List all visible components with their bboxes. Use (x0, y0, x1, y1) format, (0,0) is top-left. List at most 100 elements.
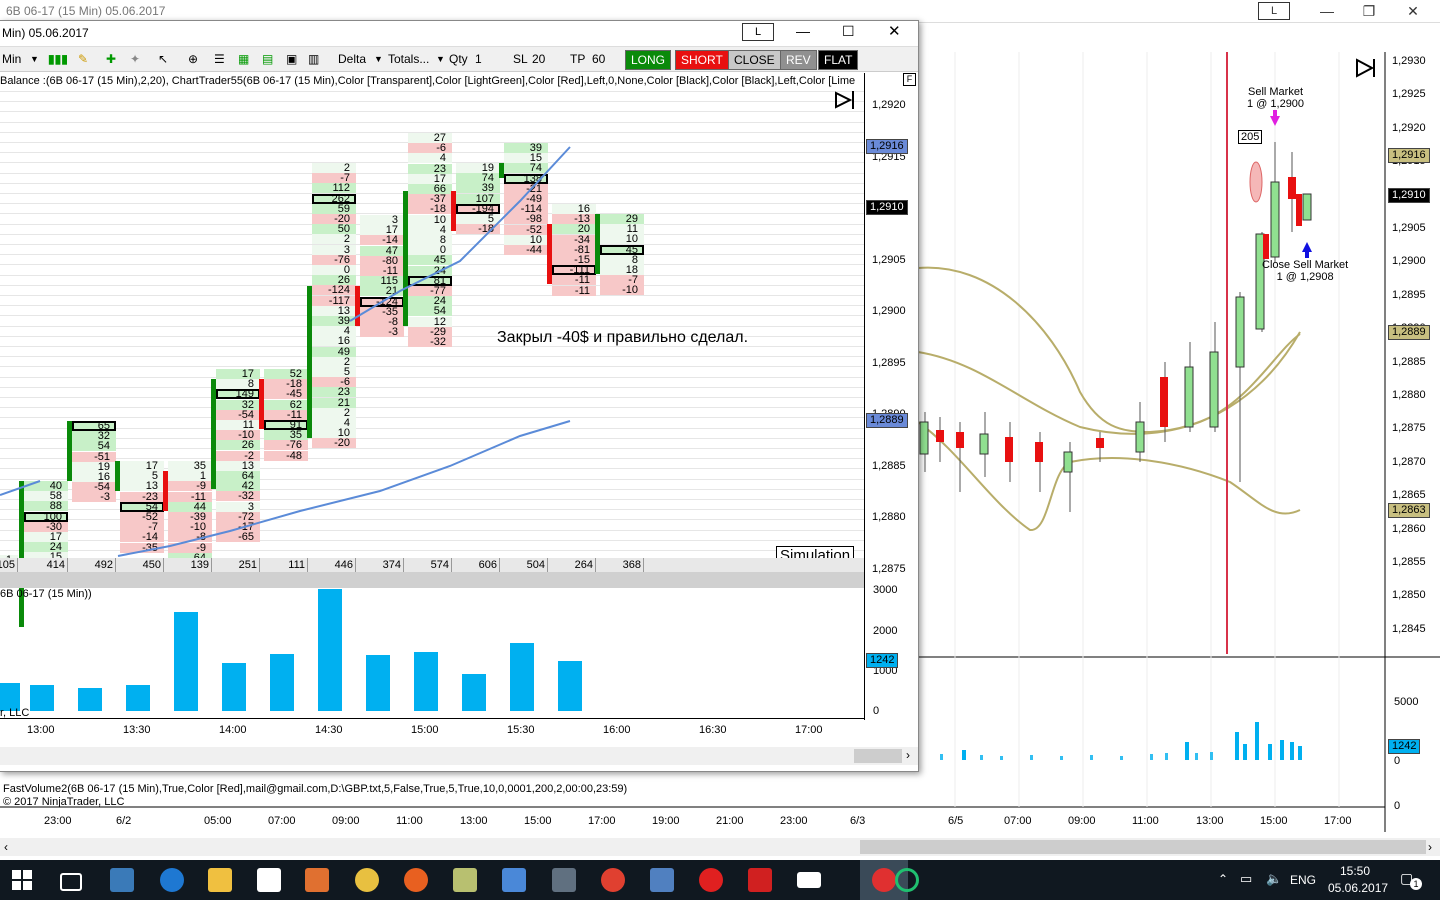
front-time-label: 17:00 (795, 724, 823, 736)
front-scroll-right-icon[interactable]: › (906, 748, 910, 762)
edge-icon[interactable] (160, 868, 184, 892)
close-position-button[interactable]: CLOSE (728, 50, 781, 70)
firefox-icon[interactable] (404, 868, 428, 892)
properties-icon[interactable]: ☰ (214, 52, 225, 66)
bg-time-label: 23:00 (44, 815, 72, 827)
media-player-icon[interactable] (305, 868, 329, 892)
scrollbar-thumb[interactable] (860, 840, 1426, 854)
bg-price-tag-4: 1,2863 (1388, 503, 1430, 518)
bg-price-label: 1,2900 (1392, 255, 1426, 268)
sl-input[interactable]: 20 (532, 52, 545, 66)
windows-start-icon[interactable] (12, 870, 32, 890)
flat-button[interactable]: FLAT (818, 50, 859, 70)
chart-style-icon[interactable]: ▮▮▮ (48, 52, 68, 66)
volume-total-cell: 374 (360, 558, 404, 572)
bg-horizontal-scrollbar[interactable]: ‹ › (0, 838, 1440, 856)
tp-input[interactable]: 60 (592, 52, 605, 66)
bg-window-title: 6B 06-17 (15 Min) 05.06.2017 (6, 4, 166, 18)
front-minimize-button[interactable]: — (796, 23, 810, 39)
language-indicator[interactable]: ENG (1290, 873, 1316, 887)
zoom-icon[interactable]: ⊕ (188, 52, 198, 66)
bg-price-label: 1,2880 (1392, 389, 1426, 401)
front-close-button[interactable]: ✕ (888, 22, 901, 40)
drawing-tool-icon[interactable]: ✎ (78, 52, 88, 66)
bg-time-label: 05:00 (204, 815, 232, 827)
task-view-icon[interactable] (60, 873, 82, 891)
tray-chevron-icon[interactable]: ⌃ (1218, 872, 1228, 886)
bg-price-label: 1,2905 (1392, 222, 1426, 234)
delta-select[interactable]: Delta (338, 52, 366, 66)
store-icon[interactable] (257, 868, 281, 892)
envelope-icon[interactable] (797, 872, 821, 888)
volume-bar (366, 655, 390, 711)
ninjatrader-icon[interactable] (110, 868, 134, 892)
scroll-right-icon[interactable]: › (1428, 840, 1432, 854)
yandex-icon[interactable] (748, 868, 772, 892)
reverse-button[interactable]: REV (780, 50, 817, 70)
delta-dropdown-icon[interactable]: ▼ (374, 54, 383, 64)
cursor-icon[interactable]: ↖ (158, 52, 168, 66)
sell-market-detail: 1 @ 1,2900 (1247, 98, 1305, 110)
volume-bar (414, 652, 438, 711)
long-button[interactable]: LONG (625, 50, 672, 70)
app-icon-3[interactable] (552, 868, 576, 892)
volume-total-cell: 368 (600, 558, 644, 572)
bg-minimize-button[interactable]: — (1310, 2, 1344, 20)
front-time-label: 14:30 (315, 724, 343, 736)
volume-total-cell: 414 (24, 558, 68, 572)
order-count-marker: 205 (1238, 130, 1263, 144)
network-icon[interactable]: ▭ (1240, 871, 1252, 887)
sell-market-label: Sell Market 1 @ 1,2900 (1247, 86, 1304, 110)
bg-time-label: 6/3 (850, 815, 866, 827)
volume-total-cell: 504 (504, 558, 548, 572)
explorer-icon[interactable] (208, 868, 232, 892)
bg-close-button[interactable]: ✕ (1396, 2, 1430, 20)
short-button[interactable]: SHORT (675, 50, 729, 70)
bg-time-label: 09:00 (332, 815, 360, 827)
volume-icon[interactable]: 🔈 (1266, 871, 1282, 887)
bg-maximize-button[interactable]: ❐ (1352, 2, 1386, 20)
app-icon-1[interactable] (355, 868, 379, 892)
interval-select[interactable]: Min (2, 52, 21, 66)
bg-l-button[interactable]: L (1258, 2, 1290, 20)
front-scrollbar-thumb[interactable] (854, 749, 902, 763)
totals-select[interactable]: Totals... (388, 52, 429, 66)
bg-price-label: 1,2920 (1392, 121, 1426, 134)
front-l-button[interactable]: L (742, 23, 774, 41)
front-maximize-button[interactable]: ☐ (842, 23, 855, 40)
app-icon-6[interactable] (895, 868, 919, 892)
front-scrollbar[interactable]: › (0, 747, 918, 765)
bg-price-label: 1,2885 (1392, 355, 1426, 368)
data-box-icon[interactable]: ▤ (262, 52, 273, 66)
volume-bar (318, 589, 342, 711)
bg-time-label: 15:00 (1260, 815, 1288, 827)
clock-time[interactable]: 15:50 (1340, 864, 1370, 878)
interval-dropdown-icon[interactable]: ▼ (30, 54, 39, 64)
clock-date[interactable]: 05.06.2017 (1328, 881, 1388, 895)
yandex-browser-icon[interactable] (699, 868, 723, 892)
app-icon-4[interactable] (650, 868, 674, 892)
chrome-icon[interactable] (601, 868, 625, 892)
front-price-label: 1,2920 (872, 99, 906, 111)
bg-time-label: 19:00 (652, 815, 680, 827)
bg-price-label: 1,2870 (1392, 455, 1426, 468)
volume-bar (510, 643, 534, 711)
bg-time-label: 23:00 (780, 815, 808, 827)
bg-time-label: 6/2 (116, 815, 132, 827)
bg-time-label: 07:00 (268, 815, 296, 827)
app-icon-5[interactable] (872, 868, 896, 892)
qty-input[interactable]: 1 (475, 52, 482, 66)
snapshot-icon[interactable]: ▣ (286, 52, 297, 66)
add-indicator-icon[interactable]: ✚ (106, 52, 116, 66)
mail-icon[interactable] (502, 868, 526, 892)
scroll-left-icon[interactable]: ‹ (4, 840, 8, 854)
strategy-icon[interactable]: ✦ (130, 52, 140, 66)
bg-vol-axis-0b: 0 (1394, 800, 1401, 812)
template-icon[interactable]: ▥ (308, 52, 319, 66)
bars-icon[interactable]: ▦ (238, 52, 249, 66)
volume-bars (0, 581, 864, 711)
totals-dropdown-icon[interactable]: ▼ (436, 54, 445, 64)
front-time-label: 15:00 (411, 724, 439, 736)
volume-bar (222, 662, 246, 711)
app-icon-2[interactable] (453, 868, 477, 892)
